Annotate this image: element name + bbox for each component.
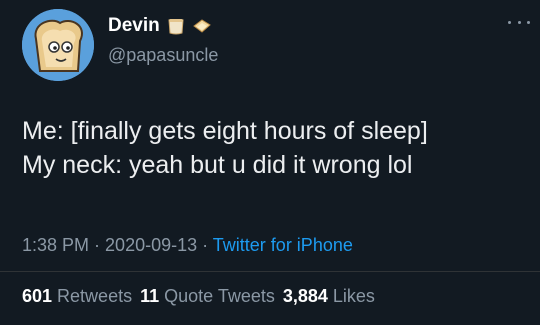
author-handle[interactable]: @papasuncle — [108, 43, 218, 67]
tweet-date[interactable]: 2020-09-13 — [105, 235, 197, 255]
tweet-line: My neck: yeah but u did it wrong lol — [22, 151, 413, 179]
avatar[interactable] — [22, 9, 94, 81]
bread-slice-icon — [192, 16, 212, 36]
tweet-line: Me: [finally gets eight hours of sleep] — [22, 117, 428, 145]
meta-separator: · — [197, 235, 213, 255]
tweet-card: Devin @papasuncle Me: [finally gets eigh… — [0, 0, 540, 325]
more-options-icon[interactable] — [508, 14, 530, 30]
toast-avatar-icon — [22, 9, 94, 81]
likes-count: 3,884 — [282, 286, 328, 306]
divider — [0, 271, 540, 272]
retweets-count: 601 — [22, 286, 53, 306]
likes-label: Likes — [332, 286, 375, 306]
retweets-stat[interactable]: 601 Retweets — [22, 283, 132, 309]
tweet-stats: 601 Retweets 11 Quote Tweets 3,884 Likes — [22, 283, 375, 309]
quote-tweets-label: Quote Tweets — [164, 286, 275, 306]
white-heart-icon — [166, 16, 186, 36]
quote-tweets-stat[interactable]: 11 Quote Tweets — [140, 283, 275, 309]
tweet-metadata: 1:38 PM · 2020-09-13 · Twitter for iPhon… — [22, 233, 353, 257]
tweet-source-link[interactable]: Twitter for iPhone — [213, 235, 353, 255]
tweet-time[interactable]: 1:38 PM — [22, 235, 89, 255]
tweet-text: Me: [finally gets eight hours of sleep] … — [22, 114, 522, 182]
retweets-label: Retweets — [57, 286, 133, 306]
quote-tweets-count: 11 — [140, 286, 160, 306]
author-name-row: Devin — [108, 14, 212, 38]
display-name[interactable]: Devin — [108, 14, 160, 38]
likes-stat[interactable]: 3,884 Likes — [283, 283, 375, 309]
meta-separator: · — [89, 235, 106, 255]
